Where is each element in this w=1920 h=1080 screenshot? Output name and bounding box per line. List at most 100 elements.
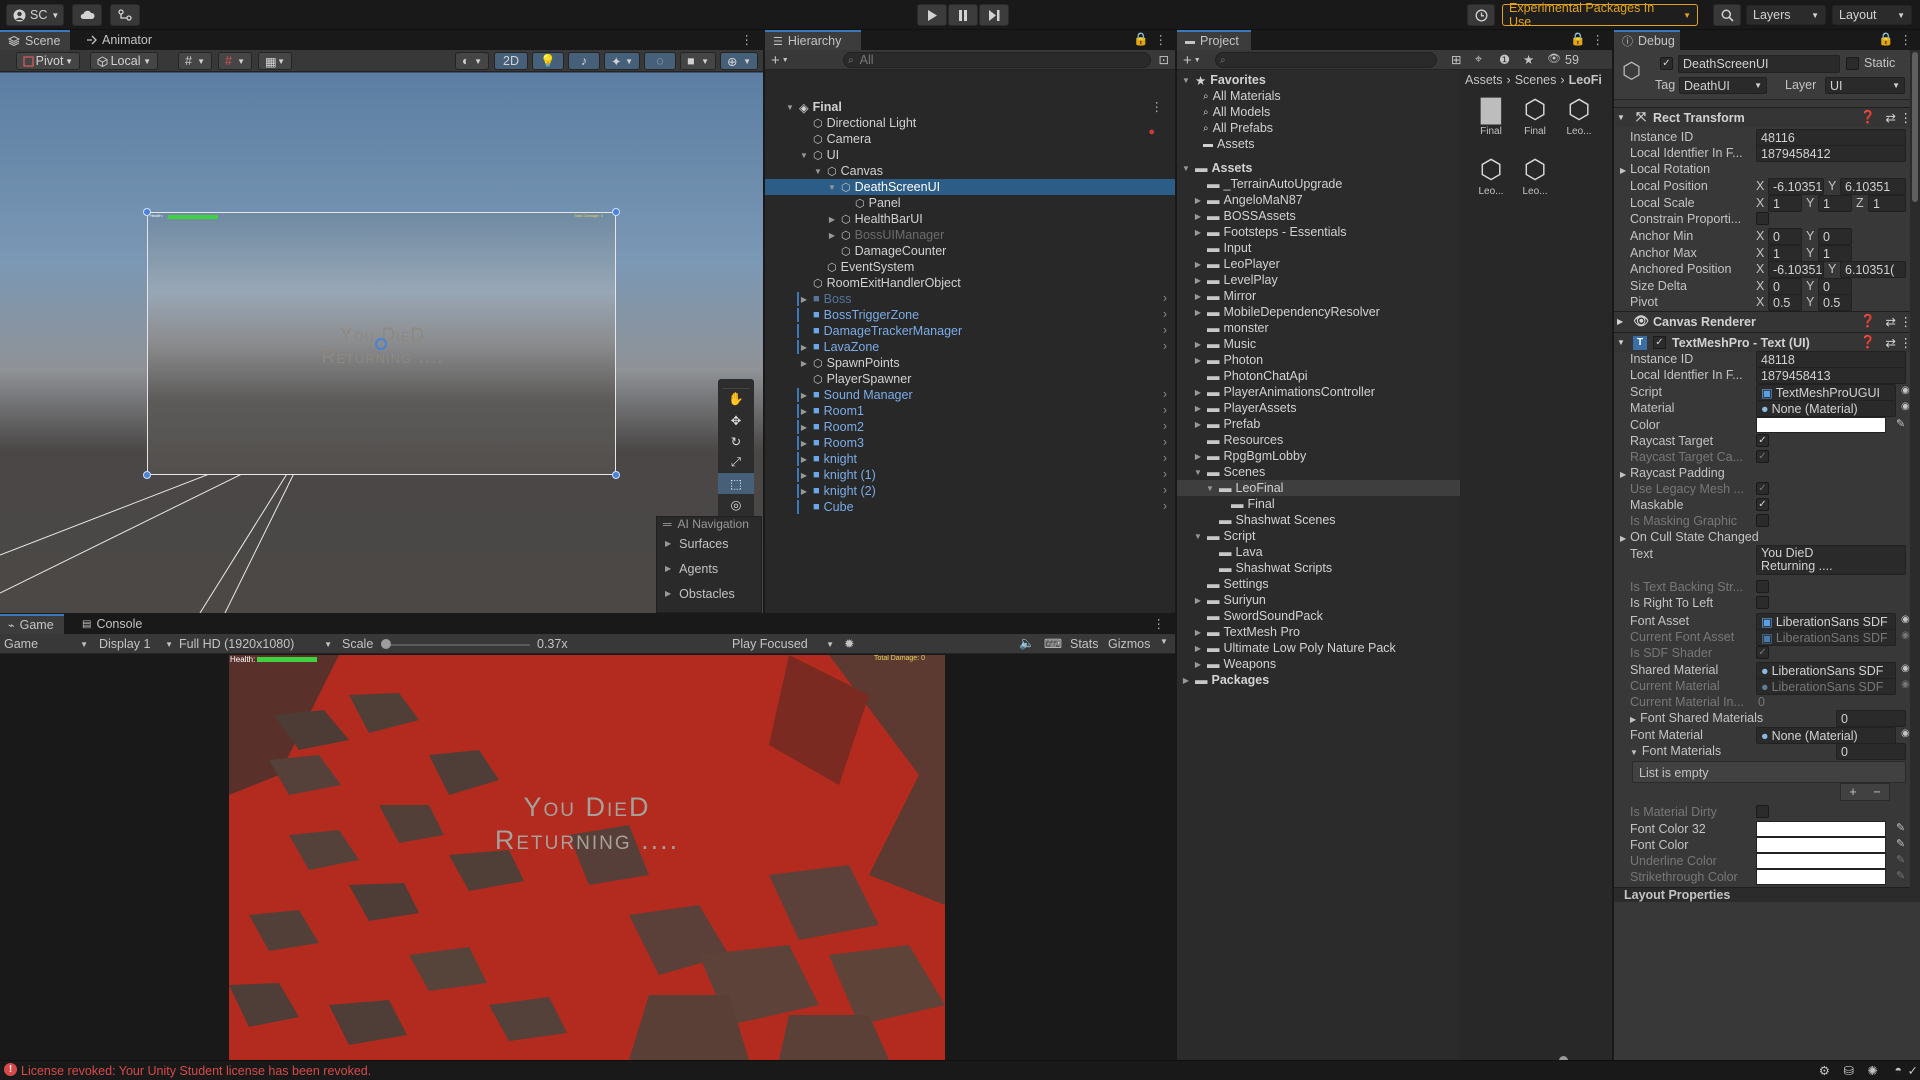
- script-object-field[interactable]: ▣ TextMeshProUGUI: [1756, 384, 1896, 401]
- project-folder[interactable]: ▶ ▬ MobileDependencyResolver: [1193, 304, 1380, 320]
- maskable-checkbox[interactable]: ✓: [1756, 498, 1769, 511]
- component-enabled-checkbox[interactable]: ✓: [1653, 336, 1666, 349]
- open-prefab-chevron-icon[interactable]: ›: [1163, 403, 1167, 417]
- more-options-icon[interactable]: ⋮: [1900, 32, 1913, 47]
- project-folder[interactable]: ▶ ▬ BOSSAssets: [1193, 208, 1296, 224]
- text-area[interactable]: You DieD Returning ....: [1756, 545, 1906, 575]
- constrain-proportions-checkbox[interactable]: [1756, 212, 1769, 225]
- collapse-arrow-icon[interactable]: ▼: [827, 183, 837, 192]
- instance-id-field[interactable]: 48116: [1756, 129, 1906, 146]
- project-folder[interactable]: ▬ Shashwat Scenes: [1205, 512, 1336, 528]
- hierarchy-item[interactable]: ▼ ⬡ Canvas: [813, 163, 883, 179]
- ai-navigation-header[interactable]: ═ AI Navigation: [657, 517, 761, 531]
- anchor-max-y[interactable]: 1: [1818, 245, 1852, 262]
- more-options-icon[interactable]: ⋮: [741, 32, 754, 47]
- color-swatch[interactable]: [1756, 417, 1886, 433]
- scale-tool[interactable]: ⤢: [718, 452, 754, 473]
- tag-dropdown[interactable]: DeathUI ▼: [1679, 77, 1767, 94]
- pivot-dropdown[interactable]: Pivot ▼: [16, 52, 80, 70]
- hierarchy-item[interactable]: ▶ ■ Sound Manager: [799, 387, 913, 403]
- play-mode-dropdown[interactable]: Play Focused ▼: [732, 636, 834, 652]
- open-prefab-chevron-icon[interactable]: ›: [1163, 323, 1167, 337]
- gizmos-dropdown[interactable]: ⊕ ▼: [720, 52, 758, 70]
- open-prefab-chevron-icon[interactable]: ›: [1163, 499, 1167, 513]
- toggle-2d-button[interactable]: 2D: [494, 52, 528, 70]
- project-folder[interactable]: ▼ ▬ Scenes: [1193, 464, 1265, 480]
- ai-nav-item-obstacles[interactable]: ▶ Obstacles: [657, 581, 761, 606]
- hierarchy-item[interactable]: ▶ ■ Boss: [799, 291, 852, 307]
- project-folder[interactable]: ▬ Input: [1193, 240, 1251, 256]
- account-button[interactable]: SC ▼: [6, 4, 64, 26]
- audio-toggle[interactable]: ♪: [568, 52, 600, 70]
- search-by-label-icon[interactable]: ⌖: [1475, 52, 1482, 67]
- project-folder[interactable]: ▶ ▬ Suriyun: [1193, 592, 1266, 608]
- preset-icon[interactable]: ⇄: [1886, 335, 1896, 350]
- project-folder[interactable]: ▬ PhotonChatApi: [1193, 368, 1308, 384]
- size-delta-y[interactable]: 0: [1818, 278, 1852, 295]
- hierarchy-item[interactable]: ▶ ■ Room2: [799, 419, 864, 435]
- pivot-handle[interactable]: [375, 338, 387, 350]
- local-scale-x[interactable]: 1: [1768, 195, 1802, 212]
- project-folder[interactable]: ▶ ▬ RpgBgmLobby: [1193, 448, 1306, 464]
- hierarchy-item[interactable]: ▶ ⬡ HealthBarUI: [827, 211, 923, 227]
- tab-project[interactable]: ▬ Project: [1177, 30, 1251, 50]
- local-position-x[interactable]: -6.103516e: [1768, 178, 1824, 195]
- auto-generate-lighting-icon[interactable]: ✺: [1868, 1063, 1878, 1078]
- favorite-item[interactable]: ⌕ All Models: [1203, 104, 1270, 120]
- hierarchy-item[interactable]: ■ Cube: [799, 499, 854, 515]
- inspector-scrollbar-thumb[interactable]: [1912, 52, 1918, 202]
- collab-button[interactable]: [110, 4, 140, 26]
- asset-grid-item[interactable]: ⬡ Final: [1515, 92, 1555, 148]
- inspector-scrollbar[interactable]: [1910, 50, 1920, 890]
- favorite-star-icon[interactable]: ★: [1523, 52, 1534, 67]
- status-message[interactable]: License revoked: Your Unity Student lice…: [21, 1064, 371, 1078]
- remove-item-button[interactable]: −: [1873, 785, 1880, 799]
- rotate-tool[interactable]: ↻: [718, 431, 754, 452]
- grid-snap-dropdown[interactable]: # ▼: [178, 52, 212, 70]
- open-prefab-chevron-icon[interactable]: ›: [1163, 483, 1167, 497]
- checkmark-circle-icon[interactable]: ✓: [1908, 1063, 1918, 1078]
- hierarchy-item[interactable]: ▶ ■ LavaZone: [799, 339, 879, 355]
- game-view-select[interactable]: Game ▼: [4, 636, 88, 652]
- hierarchy-item[interactable]: ⬡ PlayerSpawner: [799, 371, 911, 387]
- resolution-dropdown[interactable]: Full HD (1920x1080) ▼: [179, 636, 332, 652]
- object-picker-icon[interactable]: ◉: [1901, 385, 1910, 396]
- hand-tool[interactable]: ✋: [718, 389, 754, 410]
- layer-dropdown[interactable]: UI ▼: [1825, 77, 1905, 94]
- project-folder[interactable]: ▶ ▬ Prefab: [1193, 416, 1260, 432]
- font-asset-field[interactable]: ▣ LiberationSans SDF: [1756, 613, 1896, 630]
- scene-viewport[interactable]: Health: Total Damage: 0 You DieD Returni…: [0, 73, 763, 613]
- help-icon[interactable]: ❓: [1860, 314, 1876, 329]
- favorites-section[interactable]: ▼ ★ Favorites: [1181, 72, 1266, 88]
- local-rotation-foldout[interactable]: ▶ Local Rotation: [1620, 162, 1710, 176]
- object-picker-icon[interactable]: ◉: [1901, 728, 1910, 739]
- project-folder[interactable]: ▬ Shashwat Scripts: [1205, 560, 1332, 576]
- local-identifier-field[interactable]: 1879458412: [1756, 145, 1906, 162]
- breadcrumb-item[interactable]: Assets: [1465, 73, 1503, 87]
- eyedropper-icon[interactable]: ✎: [1896, 417, 1905, 430]
- expand-arrow-icon[interactable]: ▶: [799, 487, 809, 496]
- grid-visibility-dropdown[interactable]: # ▼: [218, 52, 252, 70]
- help-icon[interactable]: ❓: [1860, 335, 1876, 350]
- ai-nav-item-agents[interactable]: ▶ Agents: [657, 556, 761, 581]
- project-folder[interactable]: ▶ ▬ PlayerAnimationsController: [1193, 384, 1375, 400]
- is-right-to-left-checkbox[interactable]: [1756, 596, 1769, 609]
- project-folder[interactable]: ▬ monster: [1193, 320, 1269, 336]
- font-materials-foldout[interactable]: ▼ Font Materials: [1630, 744, 1721, 758]
- project-folder[interactable]: ▬ SwordSoundPack: [1193, 608, 1323, 624]
- pivot-x[interactable]: 0.5: [1768, 294, 1802, 311]
- warning-filter-icon[interactable]: ❶: [1499, 52, 1510, 67]
- lighting-toggle[interactable]: 💡: [532, 52, 564, 70]
- scale-slider-thumb[interactable]: [381, 639, 392, 649]
- chevron-down-icon[interactable]: ▼: [1160, 637, 1168, 646]
- hierarchy-item[interactable]: ▶ ⬡ BossUIManager: [827, 227, 944, 243]
- mute-audio-icon[interactable]: 🔈: [1019, 636, 1035, 651]
- open-prefab-chevron-icon[interactable]: ›: [1163, 339, 1167, 353]
- layout-dropdown[interactable]: Layout ▼: [1832, 5, 1912, 25]
- open-prefab-chevron-icon[interactable]: ›: [1163, 435, 1167, 449]
- project-folder[interactable]: ▼ ▬ Script: [1193, 528, 1255, 544]
- scale-slider-track[interactable]: [382, 644, 530, 646]
- project-search-input[interactable]: ⌕: [1215, 52, 1437, 68]
- transform-tool[interactable]: ◎: [718, 494, 754, 515]
- breadcrumb-item[interactable]: LeoFi: [1569, 73, 1602, 87]
